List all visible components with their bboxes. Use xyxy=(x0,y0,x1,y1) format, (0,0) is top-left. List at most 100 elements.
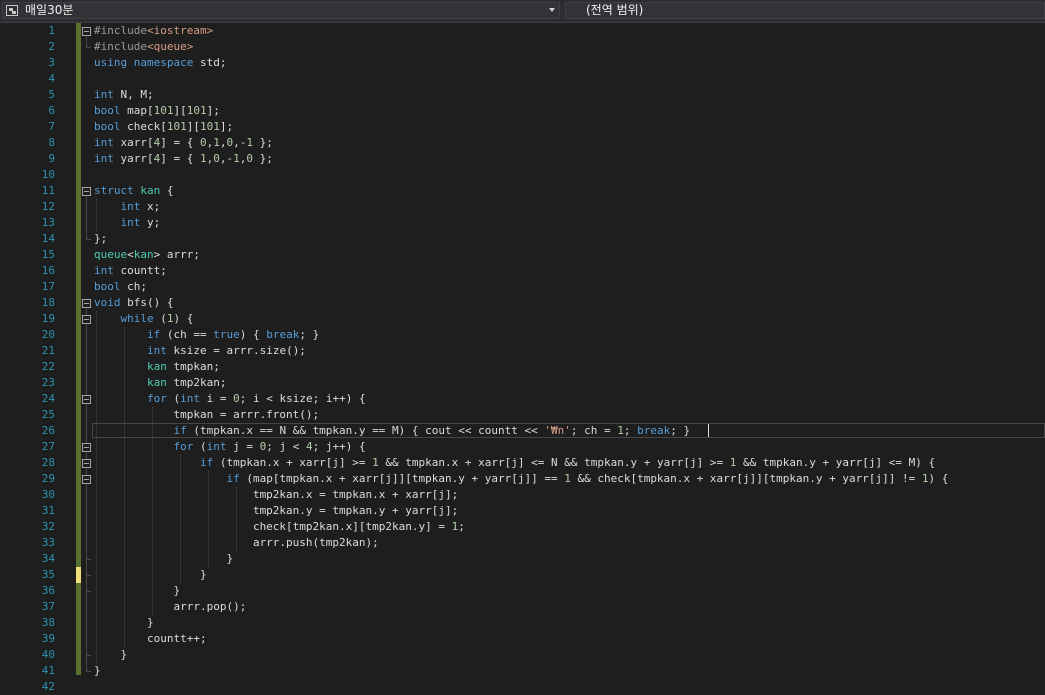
collapse-toggle-icon[interactable] xyxy=(82,443,91,452)
code-line[interactable]: 34 } xyxy=(0,551,1045,567)
code-token: ; j++) { xyxy=(312,440,366,453)
code-editor[interactable]: 1 #include<iostream> 2 #include<queue> 3 usin… xyxy=(0,23,1045,693)
collapse-toggle-icon[interactable] xyxy=(82,395,91,404)
code-line[interactable]: 5 int N, M; xyxy=(0,87,1045,103)
fold-end-mark xyxy=(86,575,91,576)
code-text: while (1) { xyxy=(94,311,194,327)
code-line[interactable]: 19 while (1) { xyxy=(0,311,1045,327)
code-token: break xyxy=(637,424,671,437)
code-line[interactable]: 26 if (tmpkan.x == N && tmpkan.y == M) {… xyxy=(0,423,1045,439)
code-token: 1 xyxy=(246,136,253,149)
project-dropdown[interactable]: 매일30분 xyxy=(2,2,560,19)
code-token: ) { xyxy=(173,312,194,325)
code-text: tmpkan = arrr.front(); xyxy=(94,407,319,423)
code-line[interactable]: 14}; xyxy=(0,231,1045,247)
code-line[interactable]: 13 int y; xyxy=(0,215,1045,231)
code-text: int x; xyxy=(94,199,161,215)
code-line[interactable]: 10 xyxy=(0,167,1045,183)
collapse-toggle-icon[interactable] xyxy=(82,187,91,196)
code-token: while xyxy=(120,312,154,325)
code-line[interactable]: 2 #include<queue> xyxy=(0,39,1045,55)
code-line[interactable]: 23 kan tmp2kan; xyxy=(0,375,1045,391)
code-line[interactable]: 15 queue<kan> arrr; xyxy=(0,247,1045,263)
code-token: ] = { xyxy=(160,152,200,165)
code-token: && tmpkan.x + xarr[j] <= N && tmpkan.y +… xyxy=(378,456,730,469)
line-number: 9 xyxy=(48,152,55,165)
code-text: void bfs() { xyxy=(94,295,173,311)
code-token: struct xyxy=(94,184,134,197)
code-token: ksize = arrr.size(); xyxy=(166,344,306,357)
code-line[interactable]: 29 if (map[tmpkan.x + xarr[j]][tmpkan.y … xyxy=(0,471,1045,487)
code-line[interactable]: 7 bool check[101][101]; xyxy=(0,119,1045,135)
code-token: }; xyxy=(253,136,273,149)
code-line[interactable]: 38 } xyxy=(0,615,1045,631)
code-text: countt++; xyxy=(94,631,207,647)
code-line[interactable]: 25 tmpkan = arrr.front(); xyxy=(0,407,1045,423)
collapse-toggle-icon[interactable] xyxy=(82,315,91,324)
code-line[interactable]: 42 xyxy=(0,679,1045,695)
code-line[interactable]: 28 if (tmpkan.x + xarr[j] >= 1 && tmpkan… xyxy=(0,455,1045,471)
line-number: 35 xyxy=(41,568,55,581)
code-token: tmpkan = arrr.front(); xyxy=(94,408,320,421)
code-token: int xyxy=(94,264,114,277)
scope-label: (전역 범위) xyxy=(586,3,644,17)
line-number: 24 xyxy=(41,392,55,405)
code-line[interactable]: 17 bool ch; xyxy=(0,279,1045,295)
code-line[interactable]: 36 } xyxy=(0,583,1045,599)
collapse-toggle-icon[interactable] xyxy=(82,299,91,308)
code-line[interactable]: 31 tmp2kan.y = tmpkan.y + yarr[j]; xyxy=(0,503,1045,519)
code-line[interactable]: 32 check[tmp2kan.x][tmp2kan.y] = 1; xyxy=(0,519,1045,535)
code-line[interactable]: 40 } xyxy=(0,647,1045,663)
code-line[interactable]: 27 for (int j = 0; j < 4; j++) { xyxy=(0,439,1045,455)
code-text: for (int j = 0; j < 4; j++) { xyxy=(94,439,366,455)
code-line[interactable]: 35 } xyxy=(0,567,1045,583)
code-token: 1 xyxy=(166,312,174,325)
code-token: }; xyxy=(253,152,273,165)
code-line[interactable]: 12 int x; xyxy=(0,199,1045,215)
code-line[interactable]: 30 tmp2kan.x = tmpkan.x + xarr[j]; xyxy=(0,487,1045,503)
code-line[interactable]: 4 xyxy=(0,71,1045,87)
code-token: if xyxy=(173,424,187,437)
code-line[interactable]: 11 struct kan { xyxy=(0,183,1045,199)
code-text: }; xyxy=(94,231,107,247)
code-token: 101 xyxy=(199,120,220,133)
code-line[interactable]: 1 #include<iostream> xyxy=(0,23,1045,39)
collapse-toggle-icon[interactable] xyxy=(82,27,91,36)
code-line[interactable]: 20 if (ch == true) { break; } xyxy=(0,327,1045,343)
code-text: check[tmp2kan.x][tmp2kan.y] = 1; xyxy=(94,519,465,535)
code-line[interactable]: 33 arrr.push(tmp2kan); xyxy=(0,535,1045,551)
code-token: 0 xyxy=(213,152,220,165)
line-number: 15 xyxy=(41,248,55,261)
scope-dropdown[interactable]: (전역 범위) xyxy=(565,2,1045,19)
collapse-toggle-icon[interactable] xyxy=(82,475,91,484)
code-line[interactable]: 39 countt++; xyxy=(0,631,1045,647)
indent-guide xyxy=(236,487,237,551)
indent-guide xyxy=(124,327,125,647)
code-token: } xyxy=(94,648,128,661)
code-line[interactable]: 24 for (int i = 0; i < ksize; i++) { xyxy=(0,391,1045,407)
code-line[interactable]: 21 int ksize = arrr.size(); xyxy=(0,343,1045,359)
code-line[interactable]: 41} xyxy=(0,663,1045,679)
indent-guide xyxy=(96,199,97,231)
code-token: void xyxy=(94,296,121,309)
collapse-toggle-icon[interactable] xyxy=(82,459,91,468)
code-token: 0 xyxy=(200,136,207,149)
code-line[interactable]: 3 using namespace std; xyxy=(0,55,1045,71)
code-token: queue xyxy=(94,248,128,261)
code-line[interactable]: 9 int yarr[4] = { 1,0,-1,0 }; xyxy=(0,151,1045,167)
code-line[interactable]: 8 int xarr[4] = { 0,1,0,-1 }; xyxy=(0,135,1045,151)
code-text: int ksize = arrr.size(); xyxy=(94,343,306,359)
code-line[interactable]: 6 bool map[101][101]; xyxy=(0,103,1045,119)
code-line[interactable]: 18 void bfs() { xyxy=(0,295,1045,311)
code-token: using xyxy=(94,56,128,69)
code-token: namespace xyxy=(133,56,194,69)
chevron-down-icon[interactable] xyxy=(549,8,555,12)
code-text: } xyxy=(94,647,127,663)
code-line[interactable]: 16 int countt; xyxy=(0,263,1045,279)
code-line[interactable]: 37 arrr.pop(); xyxy=(0,599,1045,615)
code-line[interactable]: 22 kan tmpkan; xyxy=(0,359,1045,375)
code-token: && tmpkan.y + yarr[j] <= M) { xyxy=(736,456,936,469)
